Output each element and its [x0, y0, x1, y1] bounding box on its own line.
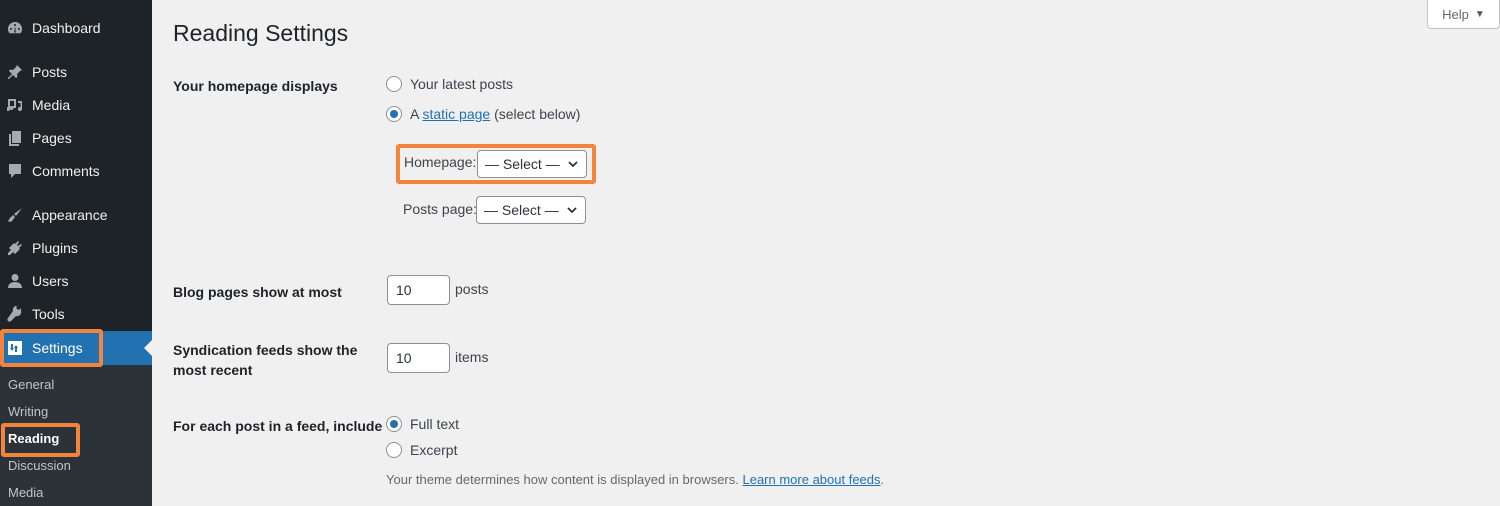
radio-full-text[interactable]: Full text [386, 416, 459, 432]
feed-description-text: Your theme determines how content is dis… [386, 472, 743, 487]
sidebar-item-dashboard[interactable]: Dashboard [0, 11, 152, 45]
homepage-select[interactable]: — Select — [477, 150, 587, 178]
syndication-label-line1: Syndication feeds show the [173, 342, 358, 358]
sidebar-item-label: Tools [32, 306, 65, 322]
help-tab-button[interactable]: Help ▼ [1427, 0, 1500, 29]
sidebar-item-comments[interactable]: Comments [0, 154, 152, 188]
posts-page-select-label: Posts page: [403, 201, 477, 217]
sidebar-item-label: Appearance [32, 207, 108, 223]
settings-icon [7, 340, 23, 356]
help-label: Help [1442, 6, 1469, 22]
select-value: — Select — [484, 202, 559, 218]
comment-icon [7, 163, 23, 179]
chevron-down-icon [568, 161, 578, 168]
radio-label: Full text [410, 416, 460, 432]
posts-unit-label: posts [455, 281, 489, 297]
sidebar-item-label: Plugins [32, 240, 78, 256]
sidebar-item-label: Settings [32, 340, 83, 356]
sidebar-item-label: Users [32, 273, 69, 289]
submenu-item-reading[interactable]: Reading [8, 431, 59, 446]
plug-icon [7, 240, 23, 256]
dashboard-icon [7, 20, 23, 36]
radio-label: Your latest posts [410, 76, 513, 92]
current-menu-arrow [144, 340, 152, 356]
radio-button[interactable] [386, 76, 402, 92]
sidebar-item-plugins[interactable]: Plugins [0, 231, 152, 265]
sidebar-item-label: Dashboard [32, 20, 101, 36]
radio-button-checked[interactable] [386, 106, 402, 122]
learn-more-feeds-link[interactable]: Learn more about feeds [742, 472, 880, 487]
static-page-link[interactable]: static page [422, 106, 490, 122]
select-value: — Select — [485, 156, 560, 172]
radio-static-page[interactable]: A static page (select below) [386, 106, 580, 122]
sidebar-item-label: Media [32, 97, 71, 113]
radio-label: Excerpt [410, 442, 458, 458]
feed-description: Your theme determines how content is dis… [386, 472, 884, 487]
radio-label-prefix: A [410, 106, 423, 122]
wrench-icon [7, 306, 23, 322]
sidebar-item-settings[interactable]: Settings [0, 331, 152, 365]
user-icon [7, 273, 23, 289]
sidebar-item-appearance[interactable]: Appearance [0, 198, 152, 232]
sidebar-item-label: Comments [32, 163, 100, 179]
radio-button-checked[interactable] [386, 416, 402, 432]
submenu-item-writing[interactable]: Writing [8, 404, 48, 419]
sidebar-item-users[interactable]: Users [0, 264, 152, 298]
radio-label-suffix: (select below) [490, 106, 581, 122]
syndication-label: Syndication feeds show the most recent [173, 340, 357, 380]
sidebar-item-tools[interactable]: Tools [0, 297, 152, 331]
posts-page-select[interactable]: — Select — [476, 196, 586, 224]
feed-description-period: . [880, 472, 885, 487]
radio-label: A static page (select below) [410, 106, 580, 122]
page-title: Reading Settings [173, 20, 349, 46]
radio-excerpt[interactable]: Excerpt [386, 442, 457, 458]
blog-pages-label: Blog pages show at most [173, 284, 342, 300]
posts-per-page-input[interactable]: 10 [387, 275, 450, 305]
radio-latest-posts[interactable]: Your latest posts [386, 76, 513, 92]
sidebar-item-posts[interactable]: Posts [0, 55, 152, 89]
submenu-item-media[interactable]: Media [8, 485, 43, 500]
homepage-select-label: Homepage: [404, 154, 477, 170]
media-icon [7, 97, 23, 113]
feed-content-label: For each post in a feed, include [173, 418, 383, 434]
caret-down-icon: ▼ [1474, 8, 1485, 20]
admin-sidebar: Dashboard Posts Media Pages Comments App… [0, 0, 152, 506]
chevron-down-icon [567, 207, 577, 214]
sidebar-item-media[interactable]: Media [0, 88, 152, 122]
submenu-item-general[interactable]: General [8, 377, 54, 392]
pin-icon [7, 64, 23, 80]
submenu-item-discussion[interactable]: Discussion [8, 458, 71, 473]
settings-submenu: General Writing Reading Discussion Media [0, 365, 152, 506]
items-unit-label: items [455, 349, 489, 365]
sidebar-item-label: Posts [32, 64, 68, 80]
syndication-label-line2: most recent [173, 362, 253, 378]
sidebar-item-label: Pages [32, 130, 72, 146]
sidebar-item-pages[interactable]: Pages [0, 121, 152, 155]
radio-button[interactable] [386, 442, 402, 458]
feed-items-input[interactable]: 10 [387, 343, 450, 373]
pages-icon [7, 130, 23, 146]
brush-icon [7, 207, 23, 223]
homepage-displays-label: Your homepage displays [173, 78, 338, 94]
